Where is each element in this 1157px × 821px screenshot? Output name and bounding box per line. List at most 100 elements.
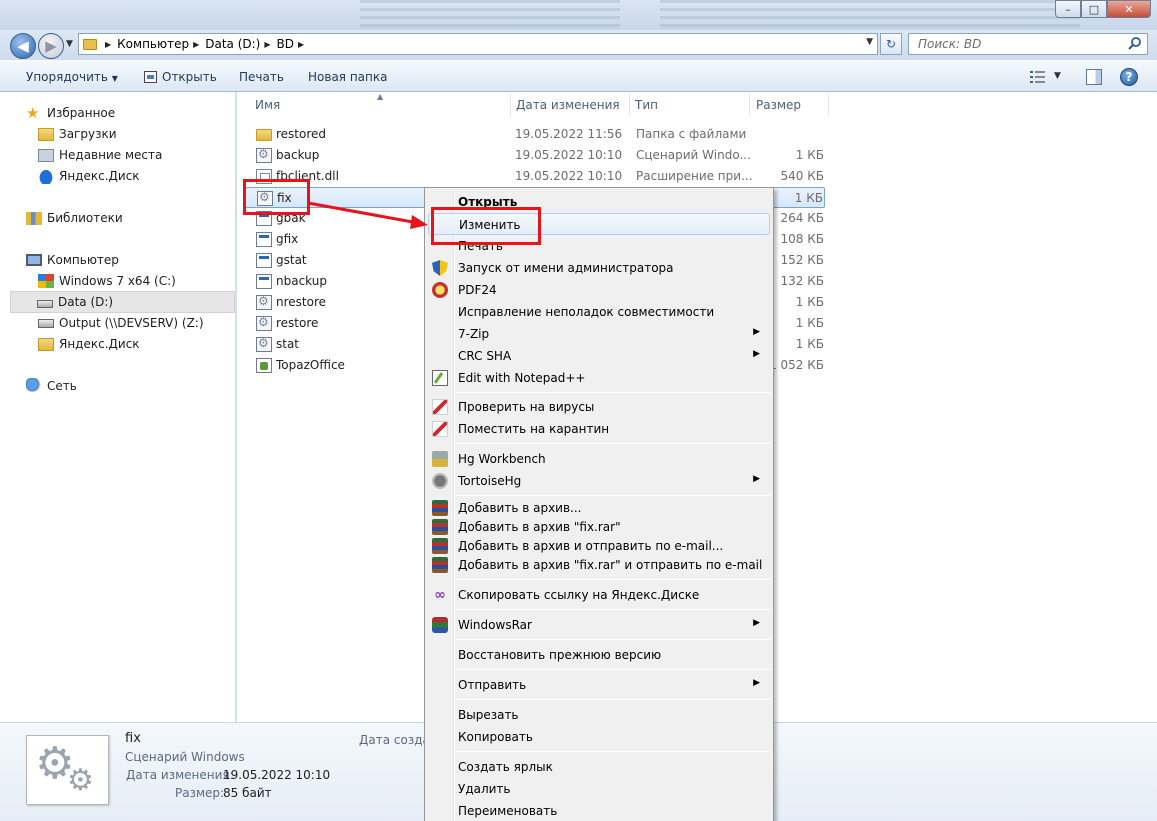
recent-places-icon <box>38 148 54 162</box>
menu-item-crc-sha[interactable]: CRC SHA ▶ <box>428 345 770 367</box>
menu-item-add-archive[interactable]: Добавить в архив... <box>428 499 770 518</box>
preview-pane-icon[interactable] <box>1086 69 1102 85</box>
refresh-button[interactable]: ↻ <box>880 33 902 55</box>
breadcrumb-arrow-icon[interactable]: ▶ <box>264 40 270 49</box>
menu-item-delete[interactable]: Удалить <box>428 778 770 800</box>
breadcrumb-drive[interactable]: Data (D:) <box>205 37 260 51</box>
sidebar-item-network[interactable]: Сеть <box>26 375 262 397</box>
menu-item-quarantine[interactable]: Поместить на карантин <box>428 418 770 440</box>
menu-item-send-to[interactable]: Отправить ▶ <box>428 674 770 696</box>
help-icon[interactable]: ? <box>1120 68 1138 86</box>
breadcrumb-computer[interactable]: Компьютер <box>117 37 189 51</box>
menu-item-label: Отправить <box>458 678 527 692</box>
folder-icon <box>256 129 272 141</box>
back-button[interactable]: ◀ <box>10 33 36 59</box>
open-button[interactable]: Открыть <box>144 70 217 84</box>
new-folder-button[interactable]: Новая папка <box>308 70 387 84</box>
menu-item-restore-previous[interactable]: Восстановить прежнюю версию <box>428 644 770 666</box>
file-name: nrestore <box>276 295 327 309</box>
forward-button[interactable]: ▶ <box>38 33 64 59</box>
sidebar-item-label: Яндекс.Диск <box>59 337 140 351</box>
menu-item-cut[interactable]: Вырезать <box>428 704 770 726</box>
menu-item-tortoisehg[interactable]: TortoiseHg ▶ <box>428 470 770 492</box>
sidebar-item-label: Загрузки <box>59 127 117 141</box>
address-bar[interactable]: ▶ Компьютер ▶ Data (D:) ▶ BD ▶ ▼ <box>78 33 878 55</box>
tortoisehg-icon <box>432 473 448 489</box>
menu-item-compatibility[interactable]: Исправление неполадок совместимости <box>428 301 770 323</box>
title-bar: – □ ✕ <box>0 0 1157 30</box>
view-options-icon[interactable] <box>1030 70 1046 84</box>
windowsrar-icon <box>432 617 448 633</box>
sidebar-item-label: Windows 7 x64 (C:) <box>59 274 176 288</box>
file-name: stat <box>276 337 300 351</box>
print-button[interactable]: Печать <box>239 70 284 84</box>
file-name: TopazOffice <box>276 358 345 372</box>
breadcrumb-folder[interactable]: BD <box>277 37 294 51</box>
open-icon <box>144 71 157 83</box>
search-input[interactable]: Поиск: BD <box>908 33 1148 55</box>
maximize-button[interactable]: □ <box>1081 0 1107 18</box>
menu-item-pdf24[interactable]: PDF24 <box>428 279 770 301</box>
sidebar-item-libraries[interactable]: Библиотеки <box>26 207 262 229</box>
menu-item-add-fixrar-email[interactable]: Добавить в архив "fix.rar" и отправить п… <box>428 556 770 575</box>
sidebar-item-drive-d[interactable]: Data (D:) <box>10 291 235 313</box>
windows-drive-icon <box>38 274 54 288</box>
sidebar-item-computer[interactable]: Компьютер <box>26 249 262 271</box>
file-name: nbackup <box>276 274 327 288</box>
menu-item-label: Добавить в архив и отправить по e-mail..… <box>458 539 724 553</box>
menu-item-label: Edit with Notepad++ <box>458 371 586 385</box>
column-divider[interactable] <box>510 94 511 116</box>
menu-separator <box>456 751 771 752</box>
exe-icon <box>256 232 272 247</box>
menu-item-label: Удалить <box>458 782 511 796</box>
menu-item-hg-workbench[interactable]: Hg Workbench <box>428 448 770 470</box>
column-header-name[interactable]: Имя <box>255 98 280 112</box>
minimize-button[interactable]: – <box>1055 0 1081 18</box>
recent-pages-dropdown[interactable]: ▼ <box>66 39 73 49</box>
table-row[interactable]: restored 19.05.2022 11:56 Папка с файлам… <box>245 124 825 145</box>
breadcrumb-arrow-icon[interactable]: ▶ <box>105 40 111 49</box>
menu-item-copy[interactable]: Копировать <box>428 726 770 748</box>
organize-button[interactable]: Упорядочить ▼ <box>26 70 118 84</box>
menu-item-notepadpp[interactable]: Edit with Notepad++ <box>428 367 770 389</box>
yandex-disk-icon <box>38 168 54 184</box>
column-divider[interactable] <box>749 94 750 116</box>
column-divider[interactable] <box>629 94 630 116</box>
menu-item-add-email[interactable]: Добавить в архив и отправить по e-mail..… <box>428 537 770 556</box>
menu-item-label: Исправление неполадок совместимости <box>458 305 715 319</box>
column-header-date[interactable]: Дата изменения <box>516 98 620 112</box>
menu-item-rename[interactable]: Переименовать <box>428 800 770 821</box>
details-modified-value: 19.05.2022 10:10 <box>223 768 331 782</box>
table-row[interactable]: backup 19.05.2022 10:10 Сценарий Windo..… <box>245 145 825 166</box>
file-size: 264 КБ <box>780 211 824 225</box>
pdf24-icon <box>432 282 448 298</box>
address-dropdown-icon[interactable]: ▼ <box>866 37 873 47</box>
menu-item-yandex-link[interactable]: ∞ Скопировать ссылку на Яндекс.Диске <box>428 584 770 606</box>
column-header-size[interactable]: Размер <box>756 98 801 112</box>
column-divider[interactable] <box>828 94 829 116</box>
search-icon[interactable] <box>1127 36 1143 52</box>
column-header-type[interactable]: Тип <box>635 98 658 112</box>
sidebar-item-favorites[interactable]: ★ Избранное <box>26 102 262 124</box>
menu-item-create-shortcut[interactable]: Создать ярлык <box>428 756 770 778</box>
menu-item-label: Вырезать <box>458 708 519 722</box>
breadcrumb-arrow-icon[interactable]: ▶ <box>193 40 199 49</box>
menu-item-run-as-admin[interactable]: Запуск от имени администратора <box>428 257 770 279</box>
breadcrumb-arrow-icon[interactable]: ▶ <box>298 40 304 49</box>
menu-item-add-fixrar[interactable]: Добавить в архив "fix.rar" <box>428 518 770 537</box>
sort-ascending-icon: ▲ <box>377 92 384 101</box>
view-dropdown-icon[interactable]: ▼ <box>1054 71 1061 81</box>
sidebar-item-label: Компьютер <box>47 253 119 267</box>
menu-item-windowsrar[interactable]: WindowsRar ▶ <box>428 614 770 636</box>
close-button[interactable]: ✕ <box>1107 0 1151 18</box>
menu-item-7zip[interactable]: 7-Zip ▶ <box>428 323 770 345</box>
file-size: 1 КБ <box>795 316 824 330</box>
network-drive-icon <box>38 318 54 328</box>
winrar-icon <box>432 538 448 554</box>
table-row[interactable]: fbclient.dll 19.05.2022 10:10 Расширение… <box>245 166 825 187</box>
file-name: backup <box>276 148 320 162</box>
menu-item-scan-virus[interactable]: Проверить на вирусы <box>428 396 770 418</box>
file-name: restore <box>276 316 319 330</box>
context-menu: Открыть Изменить Печать Запуск от имени … <box>424 187 774 821</box>
menu-separator <box>456 609 771 610</box>
